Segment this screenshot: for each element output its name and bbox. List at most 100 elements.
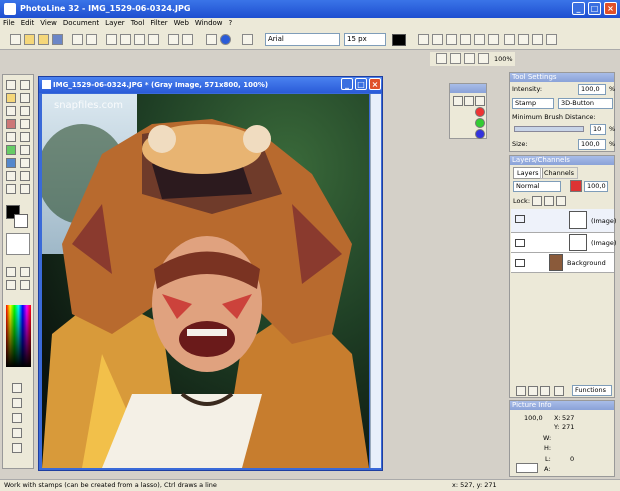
zoom-in-icon[interactable] [450, 53, 461, 64]
quick-mask-icon[interactable] [20, 267, 30, 277]
move-tool-icon[interactable] [20, 184, 30, 194]
palette-brush-icon[interactable] [453, 96, 463, 106]
help-cursor-icon[interactable] [206, 34, 217, 45]
hand-tool-icon[interactable] [6, 93, 16, 103]
screen-mode-icon[interactable] [6, 280, 16, 290]
mode-select[interactable]: Stamp [512, 98, 554, 109]
align-tool-1-icon[interactable] [12, 383, 22, 393]
superscript-icon[interactable] [474, 34, 485, 45]
layer-info-icon[interactable] [554, 386, 564, 396]
full-screen-icon[interactable] [20, 280, 30, 290]
align-tool-4-icon[interactable] [12, 428, 22, 438]
tab-channels[interactable]: Channels [540, 167, 579, 179]
italic-icon[interactable] [432, 34, 443, 45]
shape-tool-icon[interactable] [6, 171, 16, 181]
min-distance-slider[interactable] [514, 126, 584, 132]
doc-minimize-button[interactable]: _ [341, 78, 353, 90]
palette-green-icon[interactable] [475, 118, 485, 128]
palette-channel-icon[interactable] [475, 96, 485, 106]
palette-red-icon[interactable] [475, 107, 485, 117]
lock-all-icon[interactable] [556, 196, 566, 206]
lock-position-icon[interactable] [544, 196, 554, 206]
align-left-icon[interactable] [504, 34, 515, 45]
eyedropper-tool-icon[interactable] [20, 106, 30, 116]
open-icon[interactable] [24, 34, 35, 45]
stamp-tool-icon[interactable] [20, 119, 30, 129]
lasso-tool-icon[interactable] [20, 93, 30, 103]
duplicate-layer-icon[interactable] [528, 386, 538, 396]
image-canvas[interactable]: snapfiles.com [42, 94, 369, 468]
blend-mode-select[interactable]: Normal [513, 181, 561, 192]
bold-icon[interactable] [418, 34, 429, 45]
zoom-tool-icon[interactable] [6, 80, 16, 90]
visibility-eye-icon[interactable] [515, 239, 525, 247]
align-tool-3-icon[interactable] [12, 413, 22, 423]
print-icon[interactable] [72, 34, 83, 45]
zoom-window-icon[interactable] [478, 53, 489, 64]
open-folder-icon[interactable] [38, 34, 49, 45]
info-icon[interactable] [220, 34, 231, 45]
menu-layer[interactable]: Layer [102, 18, 128, 28]
menu-window[interactable]: Window [192, 18, 226, 28]
font-select[interactable]: Arial [265, 33, 340, 46]
pointer-tool-icon[interactable] [20, 80, 30, 90]
cut-icon[interactable] [106, 34, 117, 45]
brush-tool-icon[interactable] [6, 119, 16, 129]
justify-icon[interactable] [546, 34, 557, 45]
maximize-button[interactable]: □ [588, 2, 601, 15]
menu-file[interactable]: File [0, 18, 18, 28]
font-size-select[interactable]: 15 px [344, 33, 386, 46]
smudge-tool-icon[interactable] [20, 145, 30, 155]
min-distance-field[interactable]: 10 [590, 124, 606, 135]
color-palette[interactable] [6, 305, 31, 367]
brush-preview[interactable] [6, 233, 30, 255]
blur-tool-icon[interactable] [20, 158, 30, 168]
zoom-level[interactable]: 100% [494, 55, 513, 63]
menu-view[interactable]: View [37, 18, 60, 28]
subscript-icon[interactable] [488, 34, 499, 45]
close-button[interactable]: × [604, 2, 617, 15]
undo-icon[interactable] [168, 34, 179, 45]
align-right-icon[interactable] [532, 34, 543, 45]
visibility-eye-icon[interactable] [515, 259, 525, 267]
minimize-button[interactable]: _ [572, 2, 585, 15]
underline-icon[interactable] [446, 34, 457, 45]
opacity-field[interactable]: 100,0 [584, 181, 608, 192]
paste-icon[interactable] [134, 34, 145, 45]
vertical-scrollbar[interactable] [370, 94, 381, 468]
mask-mode-icon[interactable] [6, 267, 16, 277]
layer-row[interactable]: (Image) [511, 233, 616, 253]
text-color-swatch[interactable] [392, 34, 406, 46]
menu-document[interactable]: Document [60, 18, 102, 28]
new-icon[interactable] [10, 34, 21, 45]
redo-icon[interactable] [182, 34, 193, 45]
text-tool-icon[interactable] [6, 106, 16, 116]
align-center-icon[interactable] [518, 34, 529, 45]
doc-maximize-button[interactable]: □ [355, 78, 367, 90]
palette-blue-icon[interactable] [475, 129, 485, 139]
align-tool-5-icon[interactable] [12, 443, 22, 453]
menu-edit[interactable]: Edit [18, 18, 38, 28]
gradient-tool-icon[interactable] [6, 158, 16, 168]
eraser-tool-icon[interactable] [6, 132, 16, 142]
visibility-eye-icon[interactable] [515, 215, 525, 223]
pen-icon[interactable] [242, 34, 253, 45]
airbrush-tool-icon[interactable] [20, 132, 30, 142]
fill-tool-icon[interactable] [6, 145, 16, 155]
delete-layer-icon[interactable] [540, 386, 550, 396]
zoom-out-icon[interactable] [436, 53, 447, 64]
menu-help[interactable]: ? [226, 18, 236, 28]
menu-web[interactable]: Web [171, 18, 192, 28]
print-preview-icon[interactable] [86, 34, 97, 45]
copy-icon[interactable] [120, 34, 131, 45]
layer-color-icon[interactable] [570, 180, 582, 192]
menu-filter[interactable]: Filter [147, 18, 170, 28]
zoom-fit-icon[interactable] [464, 53, 475, 64]
crop-tool-icon[interactable] [6, 184, 16, 194]
tab-layers[interactable]: Layers [513, 167, 543, 179]
button-type-select[interactable]: 3D-Button [558, 98, 613, 109]
save-icon[interactable] [52, 34, 63, 45]
align-tool-2-icon[interactable] [12, 398, 22, 408]
palette-mask-icon[interactable] [464, 96, 474, 106]
lock-pixels-icon[interactable] [532, 196, 542, 206]
